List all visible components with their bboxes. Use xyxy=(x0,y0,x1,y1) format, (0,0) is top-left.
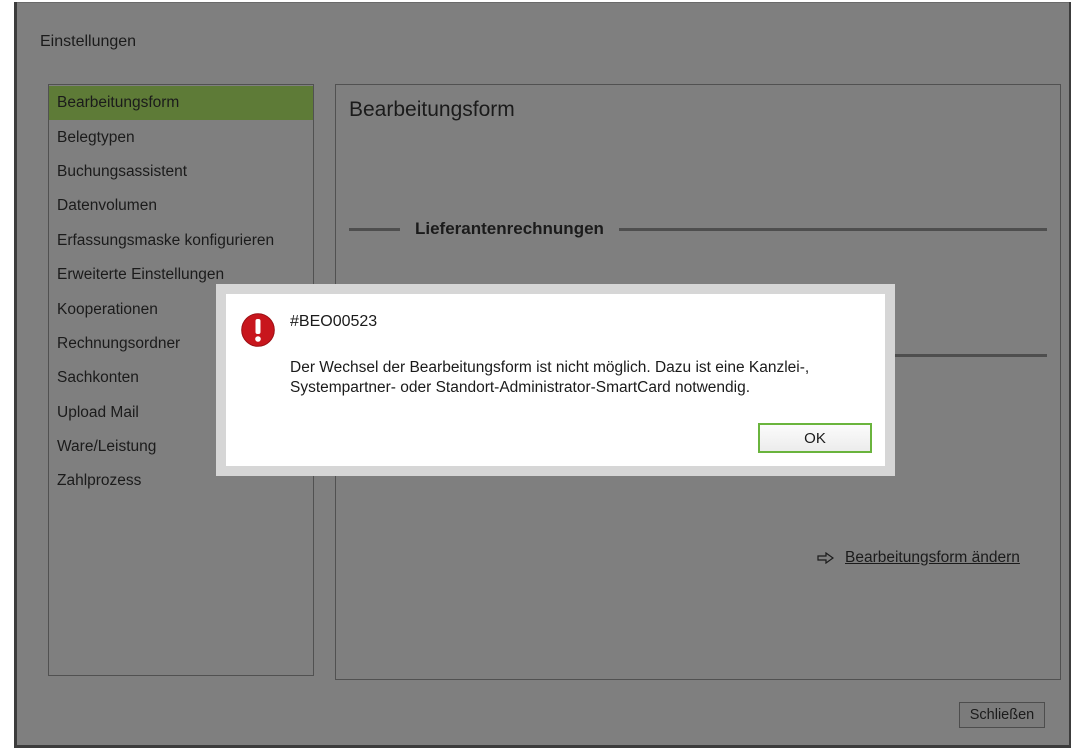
error-dialog-body: #BEO00523 Der Wechsel der Bearbeitungsfo… xyxy=(226,294,885,466)
error-message: Der Wechsel der Bearbeitungsform ist nic… xyxy=(290,358,809,398)
ok-button[interactable]: OK xyxy=(758,423,872,453)
error-icon xyxy=(241,313,275,347)
error-message-line: Der Wechsel der Bearbeitungsform ist nic… xyxy=(290,359,810,376)
error-message-line: Systempartner- oder Standort-Administrat… xyxy=(290,379,751,396)
error-code: #BEO00523 xyxy=(290,313,378,330)
error-dialog: #BEO00523 Der Wechsel der Bearbeitungsfo… xyxy=(216,284,895,476)
